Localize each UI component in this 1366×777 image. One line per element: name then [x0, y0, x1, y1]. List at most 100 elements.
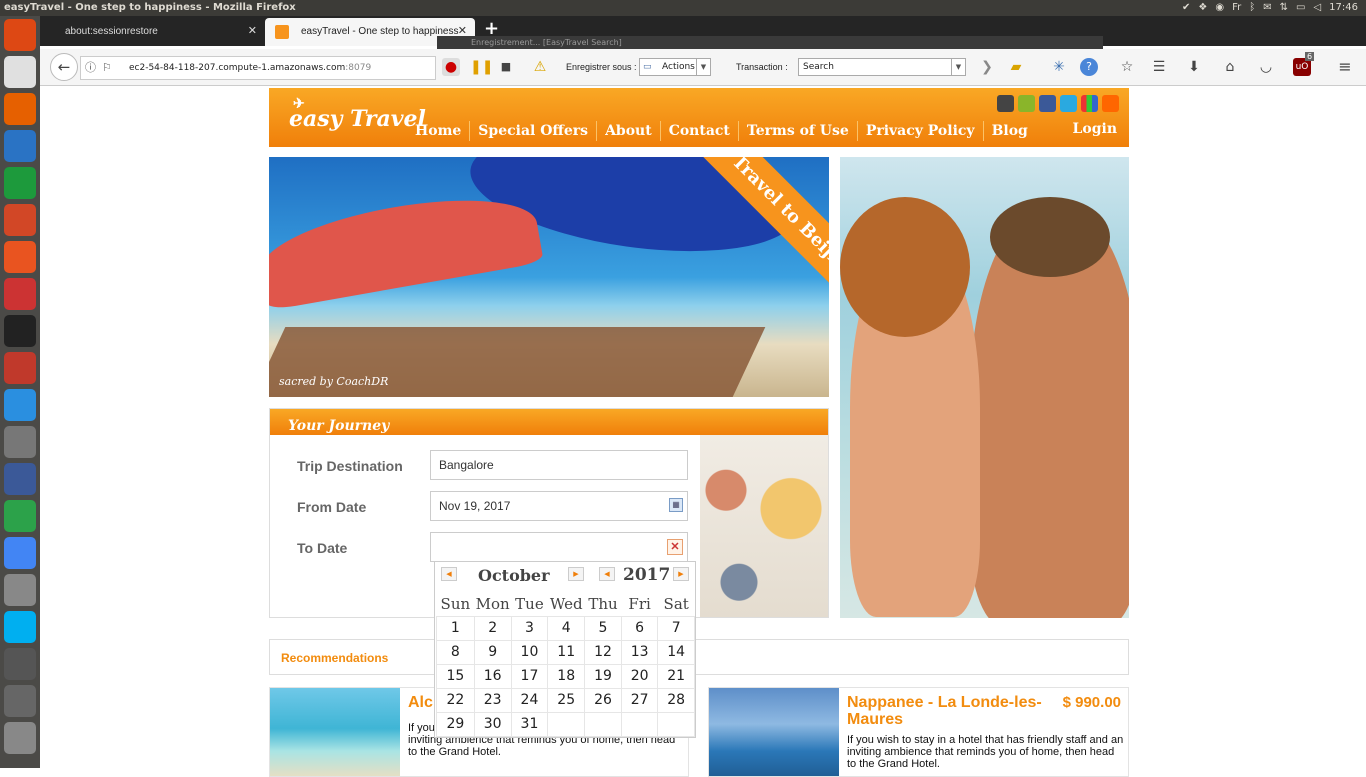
calendar-day[interactable]: 2 — [473, 615, 512, 641]
bluetooth-icon[interactable]: ᛒ — [1249, 0, 1255, 16]
firefox-icon[interactable] — [4, 93, 36, 125]
spark-icon[interactable]: ✳ — [1050, 58, 1068, 76]
calendar-day[interactable]: 7 — [657, 615, 695, 641]
twitter-icon[interactable] — [1060, 95, 1077, 112]
writer-icon[interactable] — [4, 130, 36, 162]
next-month-icon[interactable]: ▶ — [568, 567, 584, 581]
calendar-day[interactable]: 5 — [584, 615, 622, 641]
calendar-day[interactable]: 15 — [436, 663, 475, 689]
clear-icon[interactable]: ✕ — [667, 539, 683, 555]
calc-icon[interactable] — [4, 167, 36, 199]
calendar-day[interactable]: 24 — [510, 687, 549, 713]
calendar-day[interactable]: 31 — [510, 711, 549, 737]
rss-icon[interactable] — [1102, 95, 1119, 112]
amazon-icon[interactable] — [4, 315, 36, 347]
mail-icon[interactable]: ✉ — [1263, 0, 1271, 16]
calendar-day[interactable]: 14 — [657, 639, 695, 665]
couple-banner[interactable] — [840, 157, 1129, 618]
usb-icon[interactable] — [4, 685, 36, 717]
volume-icon[interactable]: ◁ — [1313, 0, 1321, 16]
checkmark-icon[interactable]: ✔ — [1182, 0, 1190, 16]
calendar-day[interactable]: 23 — [473, 687, 512, 713]
record-icon[interactable]: ● — [442, 58, 460, 76]
tab-session-restore[interactable]: about:sessionrestore ✕ — [40, 18, 265, 46]
nav-about[interactable]: About — [597, 121, 661, 141]
nav-contact[interactable]: Contact — [661, 121, 739, 141]
calendar-day[interactable]: 16 — [473, 663, 512, 689]
stop-icon[interactable]: ■ — [497, 58, 515, 76]
reading-list-icon[interactable]: ☰ — [1150, 58, 1168, 76]
nav-home[interactable]: Home — [407, 121, 471, 141]
open-folder-icon[interactable]: ▰ — [1007, 58, 1025, 76]
hotel-name[interactable]: Nappanee - La Londe-les-Maures — [847, 694, 1047, 728]
calendar-day[interactable]: 3 — [510, 615, 549, 641]
destination-input[interactable]: Bangalore — [430, 450, 688, 480]
chrome-tray-icon[interactable]: ◉ — [1215, 0, 1224, 16]
to-date-input[interactable]: ✕ — [430, 532, 688, 562]
calendar-day[interactable]: 1 — [436, 615, 475, 641]
downloads-icon[interactable]: ⬇ — [1185, 58, 1203, 76]
help-icon[interactable] — [4, 574, 36, 606]
calendar-day[interactable]: 25 — [547, 687, 586, 713]
printer-icon[interactable] — [4, 722, 36, 754]
hotel-image[interactable] — [709, 688, 839, 776]
calendar-day[interactable]: 8 — [436, 639, 475, 665]
android-icon[interactable] — [1018, 95, 1035, 112]
calendar-day[interactable]: 9 — [473, 639, 512, 665]
actions-dropdown[interactable]: ▭ Actions ▼ — [639, 58, 711, 76]
pause-icon[interactable]: ❚❚ — [470, 58, 493, 76]
calendar-day[interactable]: 6 — [620, 615, 659, 641]
nav-special-offers[interactable]: Special Offers — [470, 121, 598, 141]
calendar-day[interactable]: 20 — [620, 663, 659, 689]
calendar-day[interactable]: 11 — [547, 639, 586, 665]
next-year-icon[interactable]: ▶ — [673, 567, 689, 581]
battery-icon[interactable]: ▭ — [1296, 0, 1305, 16]
calendar-day[interactable]: 17 — [510, 663, 549, 689]
forward-chevron-icon[interactable]: ❯ — [978, 58, 996, 76]
calendar-day[interactable]: 4 — [547, 615, 586, 641]
keyboard-layout[interactable]: Fr — [1232, 0, 1241, 16]
nav-terms[interactable]: Terms of Use — [739, 121, 858, 141]
nav-privacy[interactable]: Privacy Policy — [858, 121, 984, 141]
disk-icon[interactable] — [4, 648, 36, 680]
prev-month-icon[interactable]: ◀ — [441, 567, 457, 581]
hotel-image[interactable] — [270, 688, 400, 776]
close-tab-icon[interactable]: ✕ — [248, 18, 257, 45]
files-icon[interactable] — [4, 56, 36, 88]
calendar-day[interactable]: 30 — [473, 711, 512, 737]
skype-icon[interactable] — [4, 611, 36, 643]
nav-blog[interactable]: Blog — [984, 121, 1036, 141]
google-icon[interactable] — [1081, 95, 1098, 112]
url-bar[interactable]: ⓘ⚐ ec2-54-84-118-207.compute-1.amazonaws… — [80, 56, 436, 80]
dropbox-tray-icon[interactable]: ❖ — [1198, 0, 1207, 16]
calendar-day[interactable]: 13 — [620, 639, 659, 665]
pinwheel-icon[interactable] — [4, 500, 36, 532]
home-icon[interactable]: ⌂ — [1221, 58, 1239, 76]
network-icon[interactable] — [4, 463, 36, 495]
help-icon[interactable]: ? — [1080, 58, 1098, 76]
calendar-day[interactable]: 12 — [584, 639, 622, 665]
calendar-day[interactable]: 27 — [620, 687, 659, 713]
warning-icon[interactable]: ⚠ — [531, 58, 549, 76]
calendar-day[interactable]: 18 — [547, 663, 586, 689]
prev-year-icon[interactable]: ◀ — [599, 567, 615, 581]
from-date-input[interactable]: Nov 19, 2017 ▦ — [430, 491, 688, 521]
easytravel-logo[interactable]: ✈ easy Travel — [289, 96, 426, 132]
beach-banner[interactable]: Travel to Beijing sacred by CoachDR — [269, 157, 829, 397]
calendar-day[interactable]: 29 — [436, 711, 475, 737]
chrome-icon[interactable] — [4, 537, 36, 569]
ubuntu-icon[interactable] — [4, 19, 36, 51]
dropbox-icon[interactable] — [4, 389, 36, 421]
clock[interactable]: 17:46 — [1329, 0, 1358, 16]
calendar-day[interactable]: 28 — [657, 687, 695, 713]
bookmark-star-icon[interactable]: ☆ — [1118, 58, 1136, 76]
site-info-icon[interactable]: ⓘ⚐ — [85, 57, 118, 79]
login-link[interactable]: Login — [1073, 121, 1117, 137]
calendar-icon[interactable]: ▦ — [669, 498, 683, 512]
network-icon[interactable]: ⇅ — [1280, 0, 1288, 16]
calendar-day[interactable]: 22 — [436, 687, 475, 713]
transaction-dropdown[interactable]: Search ▼ — [798, 58, 966, 76]
calendar-day[interactable]: 26 — [584, 687, 622, 713]
settings-icon[interactable] — [4, 278, 36, 310]
hamburger-menu-icon[interactable]: ≡ — [1336, 58, 1354, 76]
